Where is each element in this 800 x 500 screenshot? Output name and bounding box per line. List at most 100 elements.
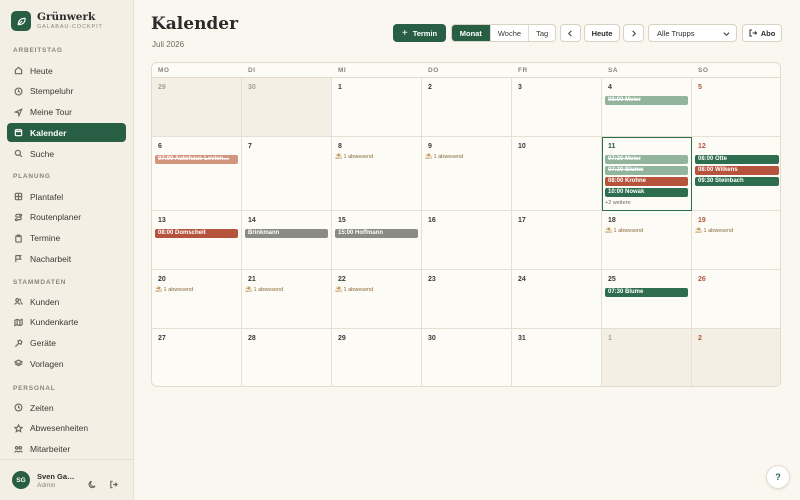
sidebar-item-vorlagen[interactable]: Vorlagen	[7, 354, 126, 373]
absence-icon: ⛱	[605, 228, 612, 234]
day-cell[interactable]: 2	[422, 78, 512, 137]
day-cell[interactable]: 7	[242, 137, 332, 211]
day-cell[interactable]: 1	[332, 78, 422, 137]
sidebar-item-nacharbeit[interactable]: Nacharbeit	[7, 249, 126, 268]
day-cell[interactable]: 29	[332, 329, 422, 386]
absence-icon: ⛱	[155, 287, 162, 293]
help-button[interactable]: ?	[766, 465, 790, 489]
absence-indicator[interactable]: ⛱ 1 abwesend	[605, 228, 643, 234]
day-cell[interactable]: 10	[512, 137, 602, 211]
weekday-fr: FR	[518, 67, 528, 74]
day-cell[interactable]: 5	[692, 78, 780, 137]
next-button[interactable]	[623, 24, 644, 42]
calendar-icon	[14, 129, 23, 137]
day-cell[interactable]: 9 ⛱ 1 abwesend	[422, 137, 512, 211]
day-cell[interactable]: 19 ⛱ 1 abwesend	[692, 211, 780, 270]
day-cell[interactable]: 31	[512, 329, 602, 386]
more-events-link[interactable]: +2 weitere	[605, 200, 631, 206]
absence-indicator[interactable]: ⛱ 1 abwesend	[245, 287, 283, 293]
day-cell[interactable]: 16	[422, 211, 512, 270]
brand[interactable]: Grünwerk GALABAU-COCKPIT	[11, 11, 103, 31]
day-cell[interactable]: 14 Brinkmann	[242, 211, 332, 270]
day-cell[interactable]: 30	[242, 78, 332, 137]
day-cell[interactable]: 20 ⛱ 1 abwesend	[152, 270, 242, 329]
absence-indicator[interactable]: ⛱ 1 abwesend	[695, 228, 733, 234]
event-chip[interactable]: 07:30 Blume	[605, 166, 688, 175]
day-cell[interactable]: 2	[692, 329, 780, 386]
today-button[interactable]: Heute	[584, 24, 620, 42]
sidebar-item-routenplaner[interactable]: Routenplaner	[7, 208, 126, 227]
absence-icon: ⛱	[695, 228, 702, 234]
sidebar-item-meine-tour[interactable]: Meine Tour	[7, 103, 126, 122]
day-number: 30	[428, 335, 436, 342]
event-chip[interactable]: 07:00 Autohaus Levien…	[155, 155, 238, 164]
day-cell[interactable]: 23	[422, 270, 512, 329]
view-switcher: Monat Woche Tag	[451, 24, 556, 42]
logout-icon[interactable]	[109, 476, 118, 489]
moon-icon[interactable]	[88, 476, 97, 489]
absence-indicator[interactable]: ⛱ 1 abwesend	[155, 287, 193, 293]
sidebar-item-mitarbeiter[interactable]: Mitarbeiter	[7, 440, 126, 459]
sidebar-item-suche[interactable]: Suche	[7, 144, 126, 163]
home-icon	[14, 66, 23, 75]
event-chip[interactable]: 10:00 Nowak	[605, 188, 688, 197]
day-cell[interactable]: 29	[152, 78, 242, 137]
sidebar-item-abwesenheiten[interactable]: Abwesenheiten	[7, 419, 126, 438]
event-chip[interactable]: 08:00 Krohne	[605, 177, 688, 186]
day-cell[interactable]: 13 08:00 Domscheit	[152, 211, 242, 270]
view-day-button[interactable]: Tag	[528, 25, 555, 41]
day-cell[interactable]: 28	[242, 329, 332, 386]
day-number: 9	[428, 143, 432, 150]
sidebar-item-termine[interactable]: Termine	[7, 229, 126, 248]
new-termin-button[interactable]: + Termin	[393, 24, 446, 42]
day-cell[interactable]: 11 07:30 Meier 07:30 Blume 08:00 Krohne 10:0…	[602, 137, 692, 211]
sidebar-item-stempeluhr[interactable]: Stempeluhr	[7, 82, 126, 101]
sidebar-item-kunden[interactable]: Kunden	[7, 292, 126, 311]
event-chip[interactable]: 08:00 Otte	[695, 155, 779, 164]
day-cell[interactable]: 26	[692, 270, 780, 329]
event-chip[interactable]: Brinkmann	[245, 229, 328, 238]
event-chip[interactable]: 15:00 Hoffmann	[335, 229, 418, 238]
day-cell[interactable]: 24	[512, 270, 602, 329]
day-cell[interactable]: 15 15:00 Hoffmann	[332, 211, 422, 270]
day-cell[interactable]: 27	[152, 329, 242, 386]
day-cell[interactable]: 21 ⛱ 1 abwesend	[242, 270, 332, 329]
sidebar-item-plantafel[interactable]: Plantafel	[7, 187, 126, 206]
view-month-button[interactable]: Monat	[452, 25, 490, 41]
hammer-icon	[14, 338, 23, 347]
absence-indicator[interactable]: ⛱ 1 abwesend	[335, 154, 373, 160]
trupp-filter-select[interactable]: Alle Trupps	[648, 24, 737, 42]
sidebar-item-heute[interactable]: Heute	[7, 61, 126, 80]
day-cell[interactable]: 17	[512, 211, 602, 270]
event-chip[interactable]: 07:30 Meier	[605, 155, 688, 164]
sidebar-item-geräte[interactable]: Geräte	[7, 334, 126, 353]
event-chip[interactable]: 08:00 Meier	[605, 96, 688, 105]
day-cell[interactable]: 3	[512, 78, 602, 137]
day-cell[interactable]: 12 08:00 Otte 08:00 Wilkens 09:30 Steinbach	[692, 137, 780, 211]
event-chip[interactable]: 07:30 Blume	[605, 288, 688, 297]
sidebar-item-zeiten[interactable]: Zeiten	[7, 398, 126, 417]
day-cell[interactable]: 1	[602, 329, 692, 386]
event-chip[interactable]: 09:30 Steinbach	[695, 177, 779, 186]
absence-indicator[interactable]: ⛱ 1 abwesend	[425, 154, 463, 160]
view-week-button[interactable]: Woche	[489, 25, 529, 41]
sidebar-item-kundenkarte[interactable]: Kundenkarte	[7, 313, 126, 332]
prev-button[interactable]	[560, 24, 581, 42]
day-number: 1	[608, 335, 612, 342]
day-cell[interactable]: 25 07:30 Blume	[602, 270, 692, 329]
abo-button[interactable]: Abo	[742, 24, 782, 42]
absence-indicator[interactable]: ⛱ 1 abwesend	[335, 287, 373, 293]
sidebar-item-kalender[interactable]: Kalender	[7, 123, 126, 143]
day-cell[interactable]: 30	[422, 329, 512, 386]
event-chip[interactable]: 08:00 Domscheit	[155, 229, 238, 238]
day-number: 2	[428, 84, 432, 91]
day-cell[interactable]: 18 ⛱ 1 abwesend	[602, 211, 692, 270]
day-cell[interactable]: 4 08:00 Meier	[602, 78, 692, 137]
day-number: 5	[698, 84, 702, 91]
day-cell[interactable]: 8 ⛱ 1 abwesend	[332, 137, 422, 211]
day-number: 11	[608, 143, 616, 150]
event-chip[interactable]: 08:00 Wilkens	[695, 166, 779, 175]
avatar[interactable]: SG	[12, 471, 30, 489]
day-cell[interactable]: 22 ⛱ 1 abwesend	[332, 270, 422, 329]
day-cell[interactable]: 6 07:00 Autohaus Levien…	[152, 137, 242, 211]
